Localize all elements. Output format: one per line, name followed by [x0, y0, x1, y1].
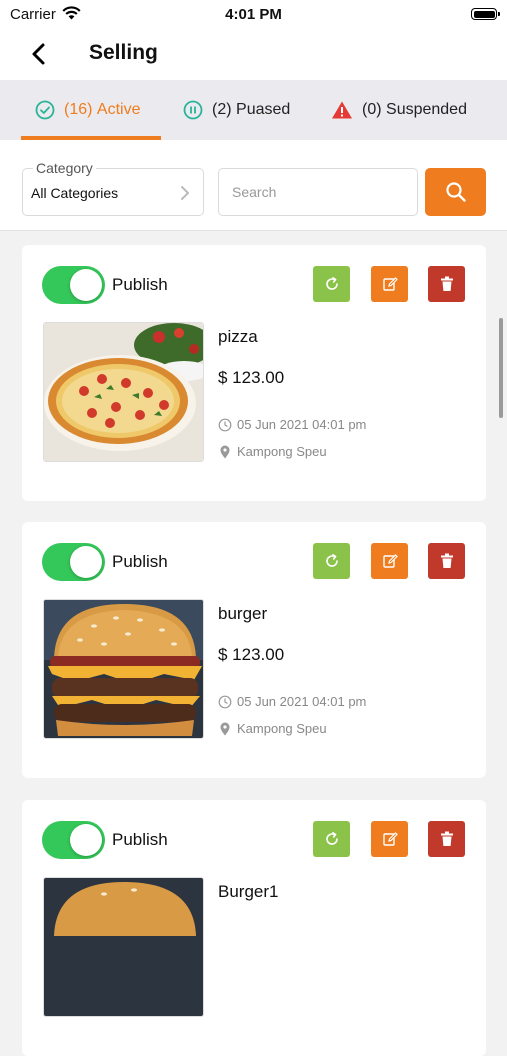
product-image-pizza[interactable] [43, 322, 204, 462]
search-button[interactable] [425, 168, 486, 216]
trash-icon [440, 553, 453, 568]
delete-button[interactable] [428, 821, 465, 857]
scrollbar[interactable] [499, 318, 503, 418]
refresh-button[interactable] [313, 821, 350, 857]
clock-icon [218, 695, 232, 708]
tab-suspended-count: (0) [362, 101, 382, 118]
edit-button[interactable] [371, 266, 408, 302]
search-input[interactable] [218, 168, 418, 216]
product-image-burger1[interactable] [43, 877, 204, 1017]
product-date-text: 05 Jun 2021 04:01 pm [237, 417, 367, 432]
tab-paused-count: (2) [212, 101, 232, 118]
location-pin-icon [220, 445, 230, 458]
refresh-button[interactable] [313, 543, 350, 579]
product-card: Publish burger $ 123.00 05 Jun 2021 04:0… [22, 522, 486, 778]
clock-icon [218, 418, 232, 431]
chevron-left-icon [32, 43, 45, 65]
tab-active-label: Active [96, 101, 141, 118]
product-location: Kampong Speu [218, 721, 327, 736]
product-location-text: Kampong Speu [237, 444, 327, 459]
publish-label: Publish [112, 275, 168, 294]
product-location: Kampong Speu [218, 444, 327, 459]
publish-toggle[interactable] [42, 266, 105, 304]
delete-button[interactable] [428, 543, 465, 579]
chevron-right-icon [179, 184, 191, 207]
tab-active-count: (16) [64, 101, 93, 118]
category-value: All Categories [31, 185, 119, 201]
navigation-bar: Selling [0, 30, 507, 80]
edit-icon [382, 277, 398, 291]
tab-active[interactable]: (16) Active [35, 80, 140, 140]
product-name: Burger1 [218, 882, 279, 901]
tab-suspended-label: Suspended [386, 101, 467, 118]
refresh-icon [325, 277, 338, 290]
search-icon [445, 182, 466, 202]
product-name: pizza [218, 327, 258, 346]
product-price: $ 123.00 [218, 368, 285, 387]
product-date-text: 05 Jun 2021 04:01 pm [237, 694, 367, 709]
clock: 4:01 PM [225, 6, 282, 23]
product-date: 05 Jun 2021 04:01 pm [218, 417, 366, 432]
pause-circle-icon [183, 100, 203, 120]
category-label: Category [33, 160, 96, 176]
product-card: Publish Burger1 [22, 800, 486, 1056]
filter-bar: Category All Categories [0, 140, 507, 231]
edit-icon [382, 832, 398, 846]
location-pin-icon [220, 722, 230, 735]
trash-icon [440, 831, 453, 846]
battery-icon [471, 8, 500, 20]
product-date: 05 Jun 2021 04:01 pm [218, 694, 366, 709]
product-card: Publish pizza $ 123.00 05 Jun 2021 04:01… [22, 245, 486, 501]
delete-button[interactable] [428, 266, 465, 302]
page-title: Selling [89, 41, 158, 64]
warning-triangle-icon [331, 100, 353, 120]
product-price: $ 123.00 [218, 645, 285, 664]
tab-paused[interactable]: (2) Puased [183, 80, 290, 140]
edit-icon [382, 554, 398, 568]
trash-icon [440, 276, 453, 291]
product-location-text: Kampong Speu [237, 721, 327, 736]
refresh-button[interactable] [313, 266, 350, 302]
refresh-icon [325, 554, 338, 567]
publish-label: Publish [112, 830, 168, 849]
category-select[interactable]: Category All Categories [22, 160, 204, 216]
back-button[interactable] [26, 40, 54, 68]
publish-toggle[interactable] [42, 543, 105, 581]
publish-toggle[interactable] [42, 821, 105, 859]
product-image-burger[interactable] [43, 599, 204, 739]
publish-label: Publish [112, 552, 168, 571]
tab-suspended[interactable]: (0) Suspended [331, 80, 467, 140]
check-circle-icon [35, 100, 55, 120]
tab-paused-label: Puased [236, 101, 291, 118]
status-bar: Carrier 4:01 PM [0, 0, 507, 30]
edit-button[interactable] [371, 821, 408, 857]
status-tabs: (16) Active (2) Puased (0) Suspended [0, 80, 507, 140]
refresh-icon [325, 832, 338, 845]
edit-button[interactable] [371, 543, 408, 579]
product-name: burger [218, 604, 268, 623]
